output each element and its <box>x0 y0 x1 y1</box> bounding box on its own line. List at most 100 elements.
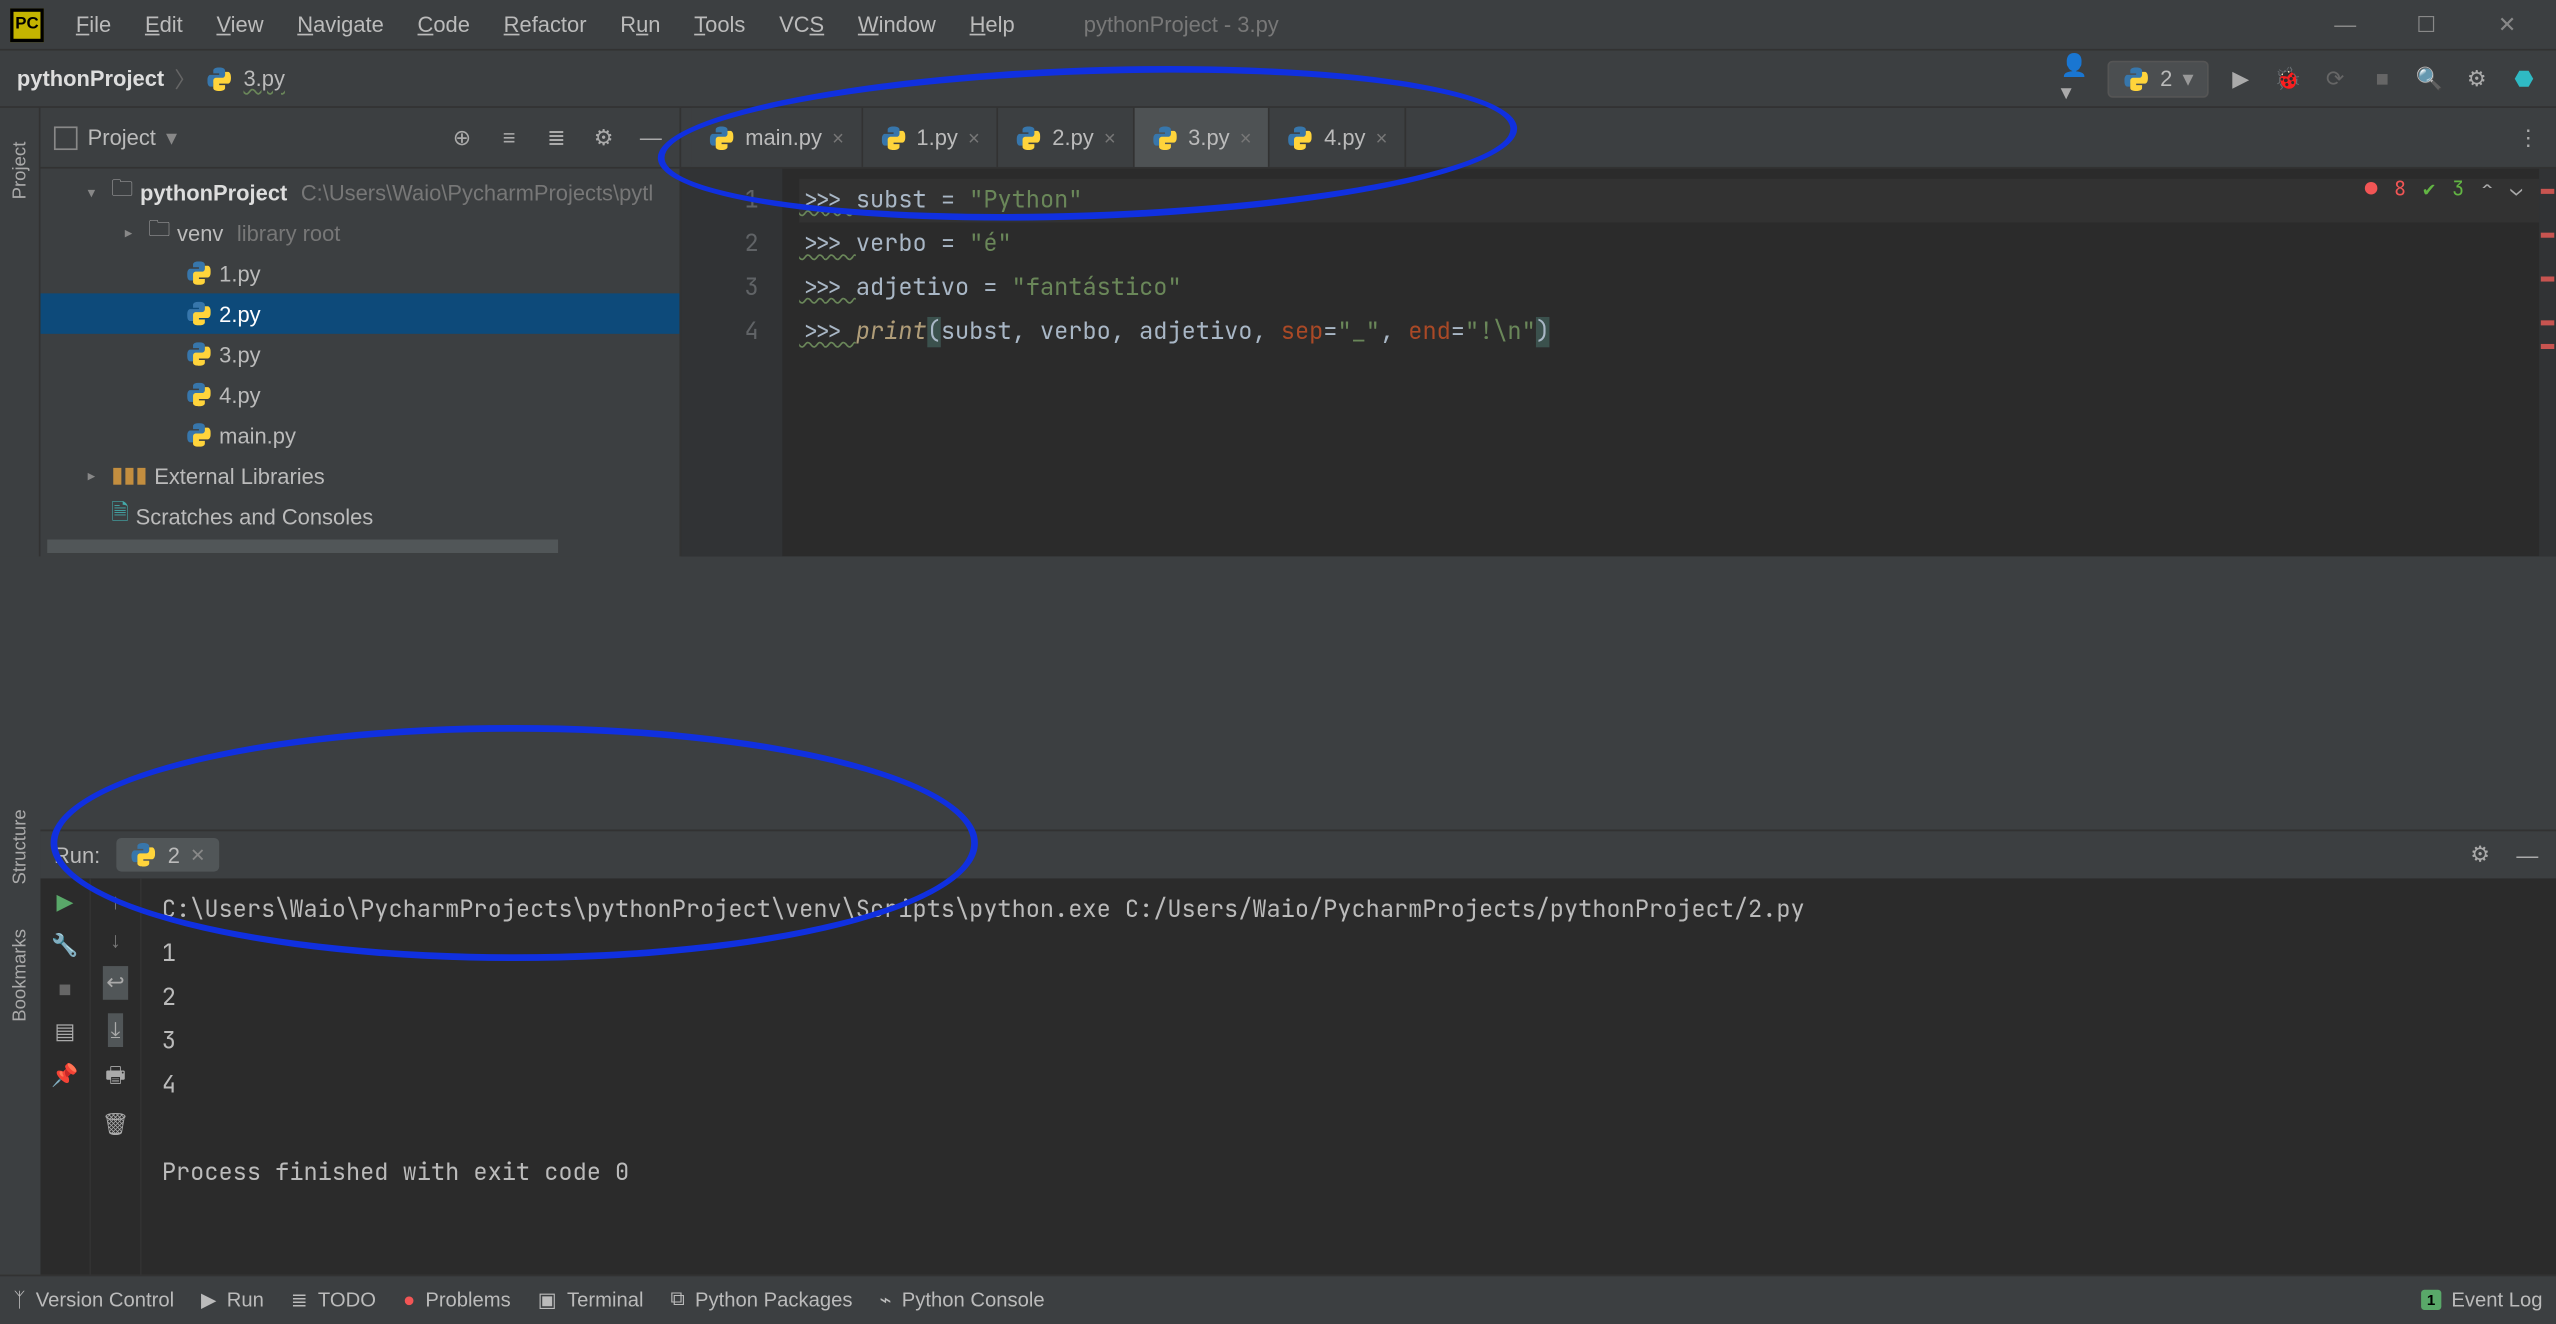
hide-icon[interactable]: — <box>636 122 666 152</box>
menu-file[interactable]: File <box>61 5 127 44</box>
rail-structure[interactable]: Structure <box>10 809 30 884</box>
close-icon[interactable]: × <box>968 126 980 150</box>
project-tree[interactable]: ▾ 🗀 pythonProject C:\Users\Waio\PycharmP… <box>40 169 679 540</box>
editor[interactable]: 1234 >>> subst = "Python">>> verbo = "é"… <box>681 169 2556 557</box>
window-close-button[interactable]: ✕ <box>2482 8 2533 42</box>
breadcrumb[interactable]: pythonProject 〉 3.py <box>17 62 285 94</box>
tab-title: main.py <box>745 125 822 150</box>
python-file-icon <box>1015 124 1042 151</box>
settings-icon[interactable]: ⚙ <box>2465 840 2495 870</box>
menu-help[interactable]: Help <box>954 5 1029 44</box>
tree-scratches[interactable]: 🗎 Scratches and Consoles <box>40 496 679 536</box>
menu-view[interactable]: View <box>201 5 278 44</box>
menu-window[interactable]: Window <box>843 5 951 44</box>
breadcrumb-file[interactable]: 3.py <box>243 66 284 91</box>
trash-icon[interactable]: 🗑 <box>102 1111 130 1138</box>
tree-file[interactable]: 2.py <box>40 293 679 333</box>
status-todo[interactable]: ≣TODO <box>291 1287 376 1311</box>
settings-icon[interactable]: ⚙ <box>2462 63 2492 93</box>
status-python-console[interactable]: ⌁Python Console <box>879 1287 1044 1311</box>
tree-file[interactable]: main.py <box>40 415 679 455</box>
run-toolbar-primary: ▶ 🔧 ■ ▤ 📌 <box>40 878 91 1274</box>
menu-refactor[interactable]: Refactor <box>488 5 601 44</box>
soft-wrap-icon[interactable]: ↩ <box>103 966 128 1000</box>
tree-external-libraries[interactable]: ▸ ▮▮▮ External Libraries <box>40 455 679 495</box>
print-icon[interactable]: 🖶 <box>105 1060 126 1097</box>
scroll-to-end-icon[interactable]: ⤓ <box>107 1013 123 1047</box>
close-icon[interactable]: × <box>1104 126 1116 150</box>
status-run[interactable]: ▶Run <box>201 1287 264 1311</box>
editor-tab[interactable]: 3.py× <box>1134 108 1270 167</box>
chevron-down-icon[interactable]: ▾ <box>166 124 177 151</box>
tree-file[interactable]: 4.py <box>40 374 679 414</box>
stop-button[interactable]: ■ <box>58 976 71 1001</box>
menu-tools[interactable]: Tools <box>679 5 761 44</box>
tree-venv-hint: library root <box>237 220 341 245</box>
run-configuration-selector[interactable]: 2 ▾ <box>2108 60 2209 97</box>
close-icon[interactable]: ✕ <box>190 844 206 866</box>
window-minimize-button[interactable]: — <box>2320 8 2371 42</box>
run-with-coverage-button[interactable]: ⟳ <box>2320 63 2350 93</box>
tree-file[interactable]: 3.py <box>40 334 679 374</box>
python-file-icon <box>2123 65 2150 92</box>
breadcrumb-root[interactable]: pythonProject <box>17 66 164 91</box>
window-maximize-button[interactable]: ☐ <box>2401 8 2452 42</box>
menu-navigate[interactable]: Navigate <box>282 5 399 44</box>
status-version-control[interactable]: ᛉVersion Control <box>13 1287 174 1311</box>
project-title[interactable]: Project <box>88 125 156 150</box>
tree-root[interactable]: ▾ 🗀 pythonProject C:\Users\Waio\PycharmP… <box>40 172 679 212</box>
error-stripe[interactable] <box>2539 169 2556 557</box>
tree-file[interactable]: 1.py <box>40 253 679 293</box>
arrow-right-icon[interactable]: ▸ <box>125 223 142 242</box>
chevron-up-icon[interactable]: ⌃ <box>2481 175 2493 202</box>
menu-vcs[interactable]: VCS <box>764 5 839 44</box>
status-problems[interactable]: ●Problems <box>403 1287 511 1311</box>
arrow-right-icon[interactable]: ▸ <box>88 466 105 485</box>
down-arrow-icon[interactable]: ↓ <box>110 927 121 952</box>
user-icon[interactable]: 👤▾ <box>2061 63 2091 93</box>
tree-venv[interactable]: ▸ 🗀 venv library root <box>40 212 679 252</box>
menu-edit[interactable]: Edit <box>130 5 198 44</box>
select-opened-file-icon[interactable]: ⊕ <box>447 122 477 152</box>
editor-inspections-status[interactable]: ● 8 ✔ 3 ⌃ ⌄ <box>2365 175 2522 202</box>
rail-project[interactable]: Project <box>9 142 29 200</box>
rerun-button[interactable]: ▶ <box>56 889 73 916</box>
close-icon[interactable]: × <box>1240 126 1252 150</box>
scratches-icon: 🗎 <box>111 497 129 534</box>
status-python-packages[interactable]: ⧉Python Packages <box>670 1286 852 1311</box>
close-icon[interactable]: × <box>1376 126 1388 150</box>
expand-all-icon[interactable]: ≡ <box>494 122 524 152</box>
hide-icon[interactable]: — <box>2512 840 2542 870</box>
run-console-output[interactable]: C:\Users\Waio\PycharmProjects\pythonProj… <box>142 878 2556 1274</box>
pin-icon[interactable]: 📌 <box>51 1062 78 1089</box>
close-icon[interactable]: × <box>832 126 844 150</box>
chevron-down-icon[interactable]: ⌄ <box>2510 175 2522 202</box>
editor-tab[interactable]: 4.py× <box>1270 108 1406 167</box>
tabs-more-icon[interactable]: ⋮ <box>2500 108 2556 167</box>
editor-gutter[interactable]: 1234 <box>681 169 782 557</box>
editor-tab[interactable]: 2.py× <box>998 108 1134 167</box>
menu-run[interactable]: Run <box>605 5 676 44</box>
stop-button[interactable]: ■ <box>2367 63 2397 93</box>
up-arrow-icon[interactable]: ↑ <box>110 889 121 914</box>
python-file-icon <box>206 65 233 92</box>
rail-bookmarks[interactable]: Bookmarks <box>10 928 30 1021</box>
wrench-icon[interactable]: 🔧 <box>51 932 78 959</box>
debug-button[interactable]: 🐞 <box>2273 63 2303 93</box>
collapse-all-icon[interactable]: ≣ <box>541 122 571 152</box>
status-terminal[interactable]: ▣Terminal <box>538 1287 644 1311</box>
arrow-down-icon[interactable]: ▾ <box>88 183 105 202</box>
shield-icon[interactable]: ⬣ <box>2509 63 2539 93</box>
status-bar: ᛉVersion Control ▶Run ≣TODO ●Problems ▣T… <box>0 1275 2556 1322</box>
status-event-log[interactable]: Event Log <box>2451 1287 2542 1311</box>
editor-tab[interactable]: main.py × <box>691 108 862 167</box>
editor-code[interactable]: >>> subst = "Python">>> verbo = "é">>> a… <box>782 169 2556 557</box>
layout-icon[interactable]: ▤ <box>55 1018 76 1045</box>
settings-icon[interactable]: ⚙ <box>588 122 618 152</box>
menu-code[interactable]: Code <box>402 5 485 44</box>
run-button[interactable]: ▶ <box>2226 63 2256 93</box>
horizontal-scrollbar[interactable] <box>47 540 558 553</box>
run-tab[interactable]: 2 ✕ <box>117 838 219 872</box>
editor-tab[interactable]: 1.py× <box>862 108 998 167</box>
search-icon[interactable]: 🔍 <box>2414 63 2444 93</box>
